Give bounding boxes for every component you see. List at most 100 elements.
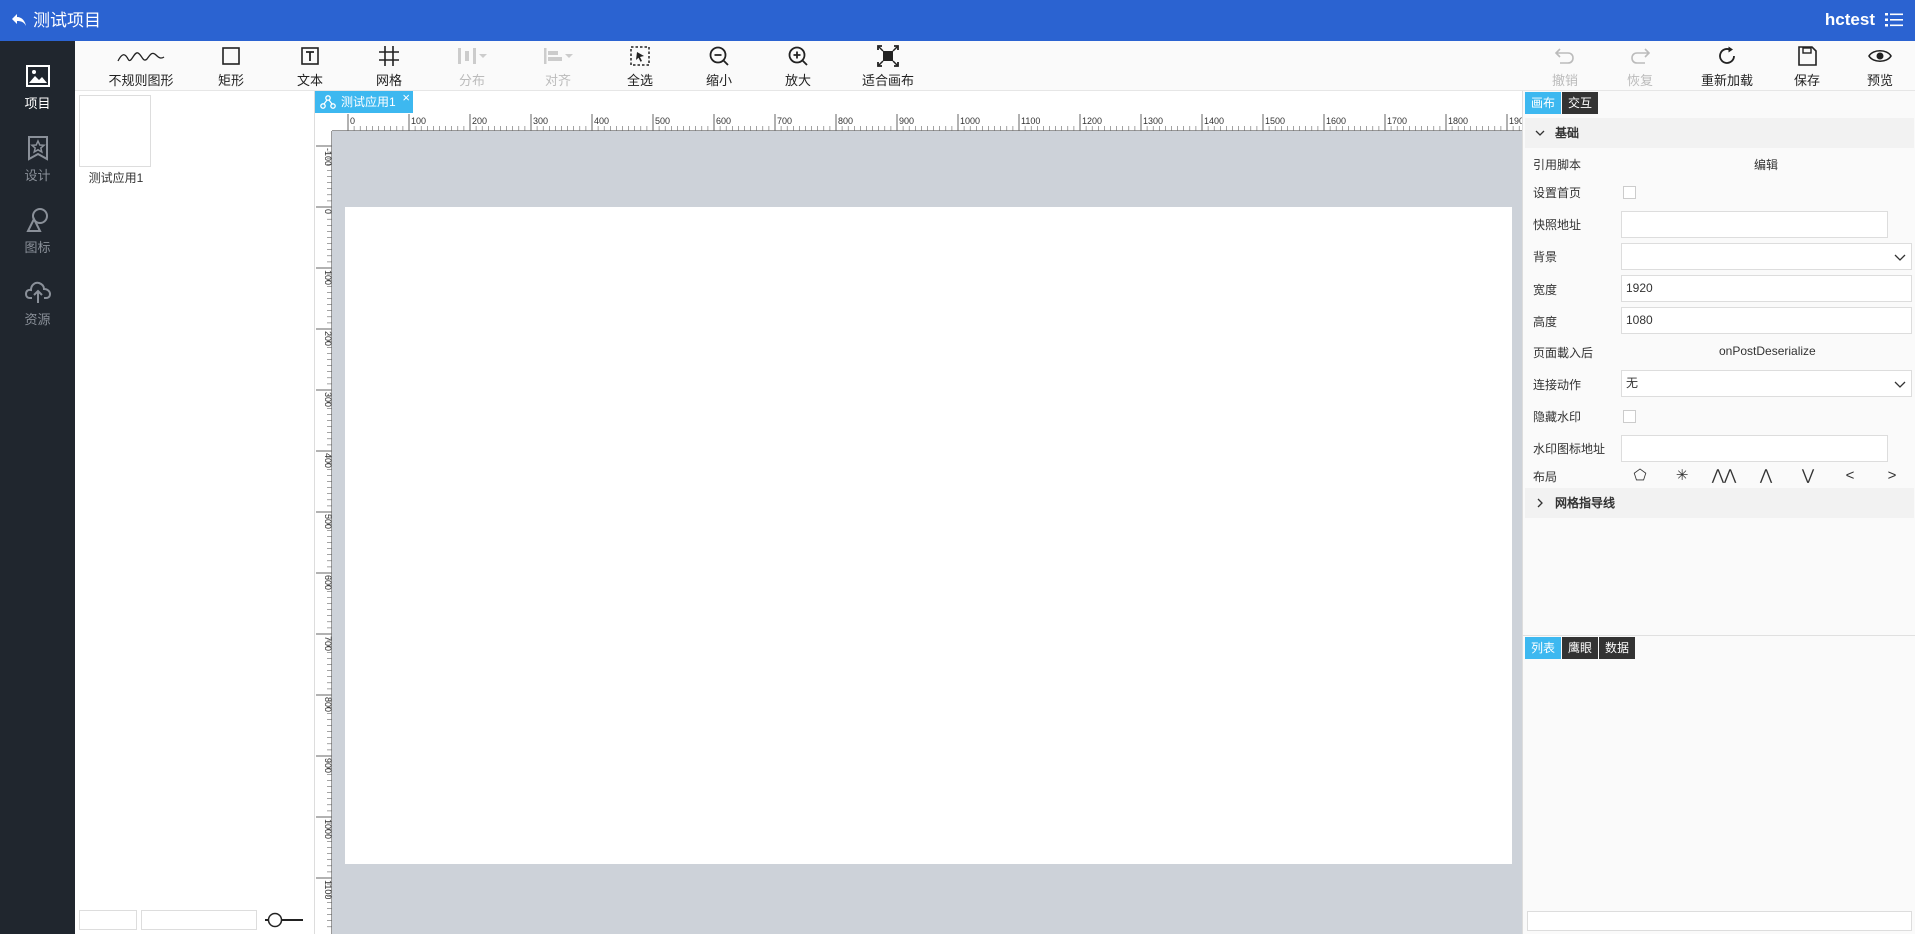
user-name[interactable]: hctest [1825,10,1875,30]
ruler-label: 400 [323,453,332,468]
tab-bar: 测试应用1 × [315,90,1522,113]
ruler-label: 1000 [323,819,332,839]
ruler-label: 0 [350,116,355,126]
ruler-label: 700 [323,636,332,651]
size-slider[interactable] [263,911,305,929]
section-grid-header[interactable]: 网格指导线 [1525,488,1914,518]
section-basic-header[interactable]: 基础 [1525,118,1914,148]
tool-fit-canvas[interactable]: 适合画布 [858,45,918,89]
chevron-down-icon [1535,130,1545,136]
tool-reload[interactable]: 重新加载 [1695,45,1759,89]
watermark-icon-input[interactable] [1621,435,1888,462]
connect-label: 连接动作 [1533,378,1582,392]
ruler-label: 1800 [1448,116,1468,126]
ruler-corner [315,113,332,131]
nav-label: 设计 [24,168,51,183]
script-edit-link[interactable]: 编辑 [1754,156,1778,173]
tool-grid[interactable]: 网格 [369,45,409,89]
layout-right-icon[interactable]: > [1871,467,1913,484]
nav-item-icons[interactable]: 图标 [0,195,75,265]
eye-icon [1868,49,1892,63]
ruler-label: 200 [323,331,332,346]
ruler-label: 1400 [1204,116,1224,126]
artboard[interactable] [345,207,1512,864]
width-label: 宽度 [1533,283,1558,297]
homepage-checkbox[interactable] [1623,186,1636,199]
tool-select-all[interactable]: 全选 [620,45,660,89]
tool-align[interactable]: 对齐 [533,45,583,89]
layout-up-icon[interactable]: ⋀ [1745,466,1787,484]
snapshot-label: 快照地址 [1533,218,1582,232]
back-arrow-icon[interactable] [10,11,28,29]
watermark-label: 隐藏水印 [1533,410,1582,424]
cloud-upload-icon [24,281,51,303]
tool-distribute[interactable]: 分布 [447,45,497,89]
ruler-label: 1500 [1265,116,1285,126]
tool-redo[interactable]: 恢复 [1620,45,1660,89]
layout-radial-icon[interactable]: ✳ [1661,466,1703,484]
ruler-label: 1900 [1509,116,1522,126]
tab-list[interactable]: 列表 [1525,637,1561,659]
width-input[interactable]: 1920 [1621,275,1912,302]
tab-test-app[interactable]: 测试应用1 × [315,90,413,113]
tab-interaction[interactable]: 交互 [1562,92,1598,114]
tab-canvas[interactable]: 画布 [1525,92,1561,114]
ruler-label: 100 [411,116,426,126]
toolbar: 不规则图形 矩形 文本 网格 分布 对齐 全选 缩小 放大 适合画布 撤销 恢复… [75,41,1915,91]
tool-rectangle[interactable]: 矩形 [211,45,251,89]
watermark-icon-label: 水印图标地址 [1533,442,1606,456]
ruler-label: 600 [716,116,731,126]
onload-label: 页面載入后 [1533,346,1594,360]
layout-pentagon-icon[interactable]: ⬠ [1619,466,1661,484]
ruler-label: 1700 [1387,116,1407,126]
ruler-label: 700 [777,116,792,126]
save-icon [1798,46,1817,66]
height-label: 高度 [1533,315,1558,329]
tool-text[interactable]: 文本 [290,45,330,89]
nav-label: 资源 [24,312,51,327]
horizontal-ruler: 0 100 200 300 400 500 600 700 800 900 1000 1100 1200… [332,113,1529,131]
panel-bottom-input[interactable] [1527,911,1912,931]
tab-eagle-eye[interactable]: 鹰眼 [1562,637,1598,659]
tool-zoom-out[interactable]: 缩小 [699,45,739,89]
layout-left-icon[interactable]: < [1829,467,1871,484]
undo-icon [1554,48,1574,64]
snapshot-input[interactable] [1621,211,1888,238]
ruler-label: 900 [899,116,914,126]
reload-icon [1719,46,1735,64]
layout-down-icon[interactable]: ⋁ [1787,466,1829,484]
tab-close-icon[interactable]: × [402,87,410,109]
layout-wave-icon[interactable]: ⋀⋀ [1703,466,1745,484]
background-select[interactable] [1621,243,1912,270]
vertical-ruler: -100 0 100 200 300 400 500 600 700 800 900 1000 1100 [315,131,333,934]
shapes-icon [25,208,48,232]
tool-preview[interactable]: 预览 [1860,45,1900,89]
align-icon [544,48,573,64]
project-thumbnail[interactable] [79,95,151,167]
nav-item-project[interactable]: 项目 [0,51,75,121]
page-input[interactable] [79,910,137,930]
watermark-checkbox[interactable] [1623,410,1636,423]
zoom-out-icon [709,46,729,66]
redo-icon [1631,48,1651,64]
tab-data[interactable]: 数据 [1599,637,1635,659]
nav-item-design[interactable]: 设计 [0,123,75,193]
nav-item-resources[interactable]: 资源 [0,267,75,337]
wave-icon [117,52,165,62]
chevron-down-icon [1894,381,1906,388]
list-menu-icon[interactable] [1884,10,1904,30]
canvas-area[interactable] [332,131,1522,934]
project-panel: 测试应用1 [75,91,315,934]
height-input[interactable]: 1080 [1621,307,1912,334]
tool-zoom-in[interactable]: 放大 [778,45,818,89]
tool-undo[interactable]: 撤销 [1545,45,1585,89]
chevron-right-icon [1537,498,1543,508]
tool-save[interactable]: 保存 [1787,45,1827,89]
ruler-label: 1100 [1021,116,1040,126]
search-input[interactable] [141,910,257,930]
ruler-label: 200 [472,116,487,126]
tool-irregular-shape[interactable]: 不规则图形 [101,45,181,89]
onload-value[interactable]: onPostDeserialize [1719,344,1816,358]
connect-select[interactable]: 无 [1621,370,1912,397]
grid-icon [379,46,399,66]
